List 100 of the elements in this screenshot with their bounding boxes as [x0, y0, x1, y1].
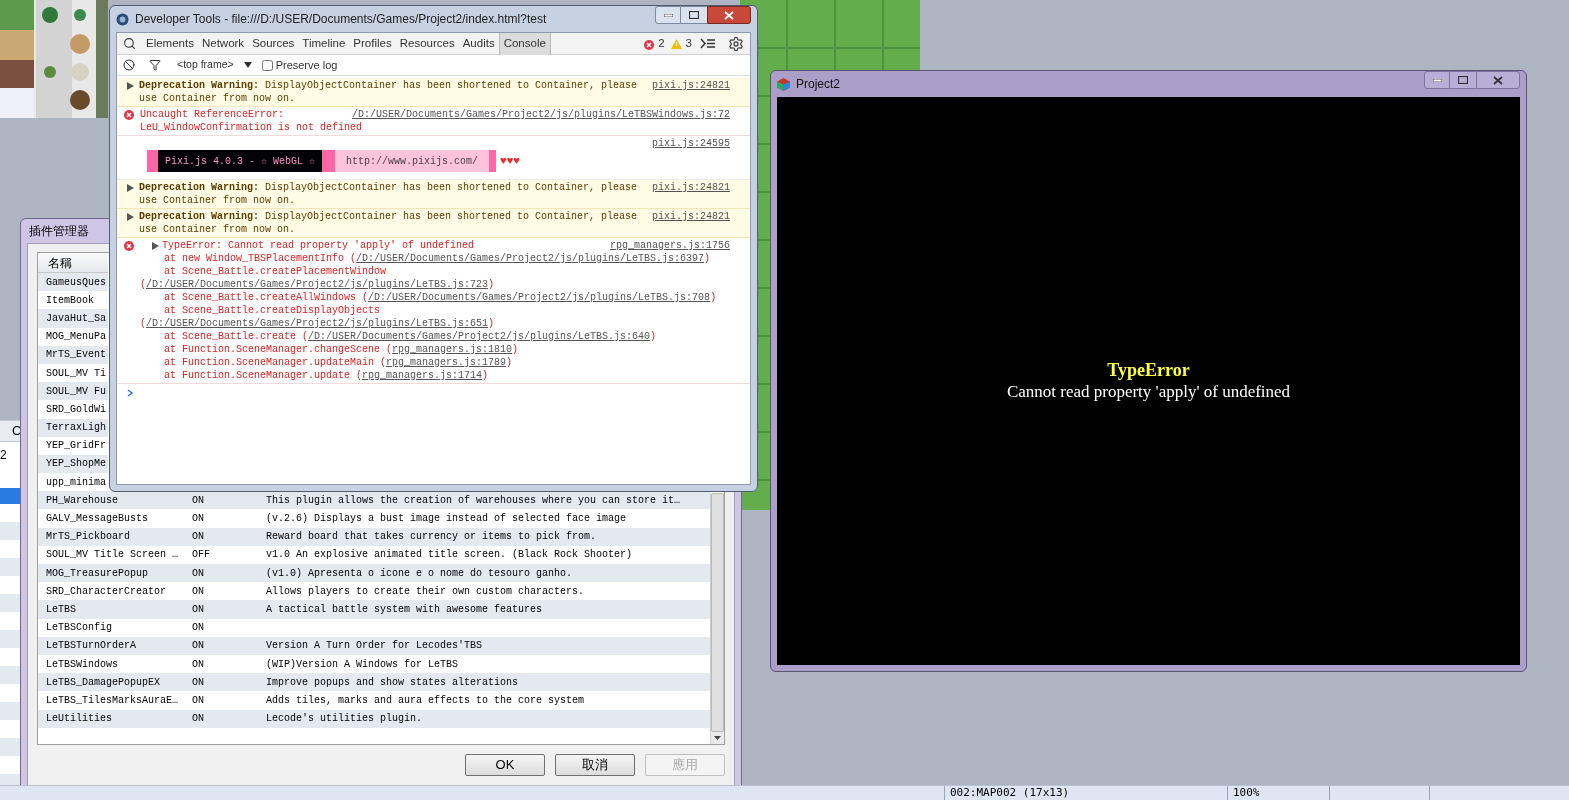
maximize-button[interactable] [1450, 71, 1476, 89]
stack-frame: at new Window_TBSPlacementInfo (/D:/USER/Documents/Games/Project2/js/plugins/LeTBS.js:6397) [140, 252, 730, 265]
drawer-icon[interactable] [700, 38, 716, 49]
warning-text: Deprecation Warning: DisplayObjectContainer has been shortened to Container, please use Container from now on. [139, 181, 639, 207]
expand-arrow-icon[interactable] [127, 184, 134, 192]
panel-tab[interactable]: Audits [458, 33, 499, 55]
map-info: 002:MAP002 (17x13) [945, 786, 1228, 800]
error-count: 2 [658, 35, 665, 51]
plugin-name: SRD_CharacterCreator [45, 584, 168, 599]
plugin-name: ItemBook [45, 293, 94, 308]
stack-frame: at Scene_Battle.create (/D:/USER/Documents/Games/Project2/js/plugins/LeTBS.js:640) [140, 330, 730, 343]
prompt-icon[interactable] [127, 389, 133, 397]
plugin-row[interactable]: JavaHut_Sa [38, 309, 108, 328]
preserve-log-checkbox[interactable] [261, 59, 273, 71]
source-link[interactable]: /D:/USER/Documents/Games/Project2/js/plugins/LeTBS.js:651 [146, 318, 489, 329]
plugin-status: ON [192, 657, 205, 672]
minimize-icon [663, 13, 673, 17]
filter-icon[interactable] [149, 59, 161, 71]
panel-tab[interactable]: Network [197, 33, 249, 55]
column-header[interactable]: 名稱 [38, 253, 108, 273]
panel-tab[interactable]: Profiles [349, 33, 396, 55]
source-link[interactable]: pixi.js:24821 [652, 80, 730, 91]
close-icon [724, 10, 734, 20]
panel-tab[interactable]: Resources [395, 33, 459, 55]
banner-label: Pixi.js 4.0.3 - ☆ WebGL ☆ [147, 150, 336, 172]
error-icon [124, 110, 134, 120]
context-select[interactable]: <top frame> [177, 57, 252, 73]
stack-frame: at Function.SceneManager.updateMain (rpg_managers.js:1789) [140, 356, 730, 369]
expand-arrow-icon[interactable] [127, 213, 134, 221]
stack-frame: (/D:/USER/Documents/Games/Project2/js/plugins/LeTBS.js:651) [140, 317, 730, 330]
minimize-icon [1432, 78, 1442, 82]
source-link[interactable]: /D:/USER/Documents/Games/Project2/js/plugins/LeTBSWindows.js:72 [351, 108, 730, 121]
plugin-name: LeTBSWindows [45, 657, 119, 672]
plugin-status: ON [192, 493, 205, 508]
source-link[interactable]: /D:/USER/Documents/Games/Project2/js/plugins/LeTBS.js:708 [368, 292, 711, 303]
clear-icon[interactable] [123, 59, 135, 71]
expand-arrow-icon[interactable] [127, 82, 134, 90]
warning-text: Deprecation Warning: DisplayObjectContainer has been shortened to Container, please use Container from now on. [139, 79, 639, 105]
maximize-button[interactable] [681, 6, 707, 24]
dialog-button[interactable]: 取消 [555, 754, 635, 776]
plugin-name: LeUtilities [45, 712, 113, 727]
source-link[interactable]: rpg_managers.js:1789 [386, 357, 507, 368]
plugin-name: LeTBS_TilesMarksAuraE… [45, 693, 180, 708]
plugin-description: Lecode's utilities plugin. [266, 712, 423, 727]
maximize-icon [1458, 76, 1468, 84]
plugin-name: LeTBSConfig [45, 621, 113, 636]
source-link[interactable]: pixi.js:24821 [652, 211, 730, 222]
plugin-description: (WIP)Version A Windows for LeTBS [266, 657, 459, 672]
plugin-description: (v1.0) Apresenta o ícone e o nome do tesouro ganho. [266, 566, 573, 581]
source-link[interactable]: /D:/USER/Documents/Games/Project2/js/plugins/LeTBS.js:640 [308, 331, 651, 342]
panel-tab[interactable]: Elements [142, 33, 198, 55]
source-link[interactable]: pixi.js:24595 [652, 137, 730, 150]
plugin-description: Adds tiles, marks and aura effects to the core system [266, 693, 585, 708]
caret-icon [243, 62, 252, 68]
plugin-row[interactable]: SOUL_MV Fu [38, 382, 108, 401]
plugin-status: ON [192, 566, 205, 581]
table-cell-text: 2 [0, 447, 8, 464]
selected-row[interactable] [0, 488, 22, 504]
settings-icon[interactable] [728, 35, 744, 52]
stack-frame: at Function.SceneManager.update (rpg_managers.js:1714) [140, 369, 730, 382]
plugin-name: LeTBS_DamagePopupEX [45, 675, 162, 690]
stack-frame: at Scene_Battle.createAllWindows (/D:/USER/Documents/Games/Project2/js/plugins/LeTBS.js:708) [140, 291, 730, 304]
source-link[interactable]: pixi.js:24821 [652, 182, 730, 193]
plugin-description: A tactical battle system with awesome features [266, 602, 543, 617]
close-button[interactable] [1476, 71, 1520, 89]
plugin-description: Improve popups and show states alterations [266, 675, 519, 690]
plugin-status: ON [192, 512, 205, 527]
close-button[interactable] [707, 6, 751, 24]
plugin-status: ON [192, 584, 205, 599]
stack-frame: (/D:/USER/Documents/Games/Project2/js/plugins/LeTBS.js:723) [140, 278, 730, 291]
error-message: Cannot read property 'apply' of undefined [1006, 381, 1291, 402]
dialog-button[interactable]: OK [465, 754, 545, 776]
search-icon[interactable] [123, 37, 136, 50]
error-icon [124, 241, 134, 251]
warning-count: 3 [685, 35, 692, 51]
plugin-row[interactable]: MOG_TreasurePopup ON (v1.0) Apresenta o ícone e o nome do tesouro ganho. [38, 564, 710, 583]
scrollbar[interactable] [710, 493, 724, 744]
source-link[interactable]: /D:/USER/Documents/Games/Project2/js/plugins/LeTBS.js:6397 [356, 253, 705, 264]
error-text: TypeError: Cannot read property 'apply' of undefined [162, 239, 475, 252]
plugin-name: PH_Warehouse [45, 493, 119, 508]
warning-text: Deprecation Warning: DisplayObjectContainer has been shortened to Container, please use Container from now on. [139, 210, 639, 236]
source-link[interactable]: rpg_managers.js:1756 [609, 240, 730, 251]
source-link[interactable]: rpg_managers.js:1714 [362, 370, 483, 381]
expand-arrow-icon[interactable] [152, 242, 159, 250]
panel-tab[interactable]: Console [498, 33, 551, 55]
plugin-row[interactable]: LeTBS ON A tactical battle system with awesome features [38, 600, 710, 619]
panel-tab[interactable]: Timeline [298, 33, 350, 55]
source-link[interactable]: /D:/USER/Documents/Games/Project2/js/plugins/LeTBS.js:723 [146, 279, 489, 290]
window-title: Developer Tools - file:///D:/USER/Documents/Games/Project2/index.html?test [135, 11, 547, 28]
plugin-status: ON [192, 530, 205, 545]
warning-icon [670, 38, 682, 49]
plugin-description: This plugin allows the creation of warehouses where you can store it… [266, 493, 681, 508]
plugin-row[interactable]: LeTBS_DamagePopupEX ON Improve popups and show states alterations [38, 673, 710, 692]
error-text: Uncaught ReferenceError: [140, 108, 285, 121]
error-text: LeU_WindowConfirmation is not defined [140, 121, 364, 134]
panel-tab[interactable]: Sources [248, 33, 299, 55]
source-link[interactable]: rpg_managers.js:1810 [392, 344, 513, 355]
plugin-row[interactable]: PH_Warehouse ON This plugin allows the creation of warehouses where you can store it… [38, 491, 710, 510]
plugin-name: GALV_MessageBusts [45, 512, 150, 527]
plugin-row[interactable]: GameusQues [38, 273, 108, 292]
